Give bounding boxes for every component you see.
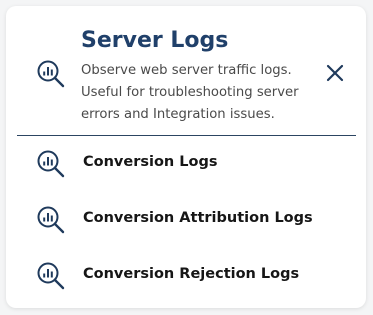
list-item-label: Conversion Logs [83,154,218,170]
log-search-icon [36,261,66,291]
list-item-conversion-logs[interactable]: Conversion Logs [6,140,366,188]
header-divider [17,135,356,136]
list-item-label: Conversion Rejection Logs [83,266,300,282]
card-header: Server Logs Observe web server traffic l… [6,6,366,136]
list-item-label: Conversion Attribution Logs [83,210,313,226]
page-title: Server Logs [81,28,229,53]
log-search-icon [36,59,66,89]
close-button[interactable] [324,62,346,84]
header-description: Observe web server traffic logs. Useful … [81,63,299,122]
list-item-conversion-rejection-logs[interactable]: Conversion Rejection Logs [6,252,366,300]
server-logs-card: Server Logs Observe web server traffic l… [6,6,366,308]
log-search-icon [36,205,66,235]
log-search-icon [36,149,66,179]
close-icon [326,64,344,82]
list-item-conversion-attribution-logs[interactable]: Conversion Attribution Logs [6,196,366,244]
